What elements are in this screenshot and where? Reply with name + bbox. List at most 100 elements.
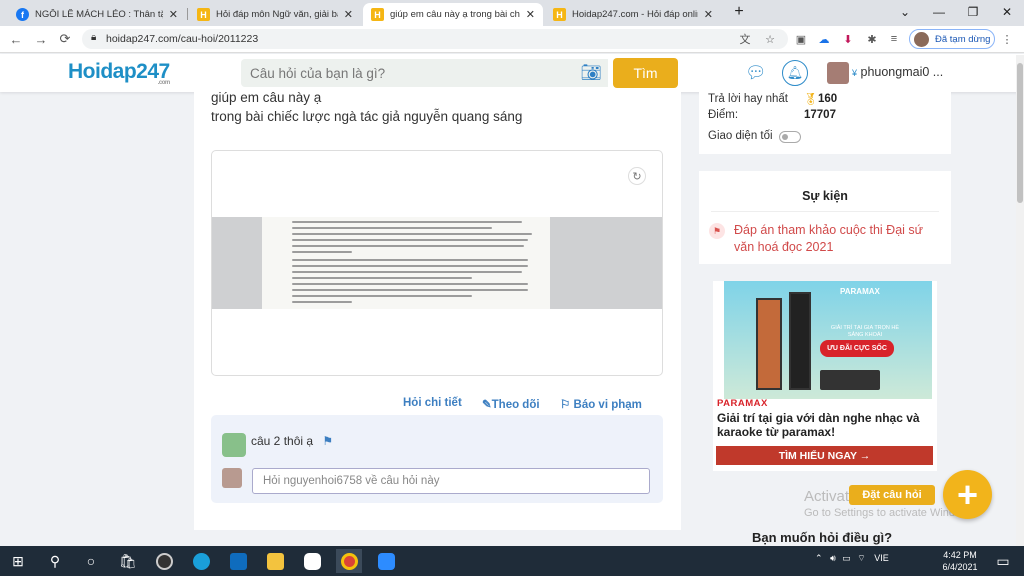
question-text-line1: giúp em câu này ạ <box>211 90 322 105</box>
browser-tab[interactable]: f NGỒI LÊ MÁCH LẺO : Thân tặng ✕ <box>8 3 186 26</box>
tab-search-icon[interactable]: ⌄ <box>888 2 922 22</box>
clock[interactable]: 4:42 PM 6/4/2021 <box>938 549 982 573</box>
extensions-puzzle-icon[interactable]: ✱ <box>864 31 880 47</box>
chrome-icon[interactable] <box>336 549 362 573</box>
new-tab-button[interactable]: + <box>726 2 752 22</box>
browser-tab[interactable]: H Hỏi đáp môn Ngữ văn, giải bài tậ ✕ <box>189 3 361 26</box>
hoidap-icon: H <box>197 8 210 21</box>
reload-icon[interactable]: ⟳ <box>55 29 75 49</box>
window-close-icon[interactable]: ✕ <box>990 2 1024 22</box>
store-icon[interactable]: 🛍︎ <box>115 549 141 573</box>
ad-image-brand: PARAMAX <box>840 287 880 296</box>
user-avatar[interactable] <box>827 62 849 84</box>
zalo-icon[interactable] <box>299 549 325 573</box>
hoidap-icon: H <box>553 8 566 21</box>
user-menu[interactable]: ¥ phuongmai0 ... <box>852 65 943 79</box>
report-link[interactable]: ⚐ Báo vi phạm <box>560 397 642 411</box>
cortana-icon[interactable]: ○ <box>78 549 104 573</box>
speaker-image <box>789 292 811 390</box>
logo-sub: .com <box>157 80 171 86</box>
hoidap-icon: H <box>371 8 384 21</box>
tab-title: NGỒI LÊ MÁCH LẺO : Thân tặng <box>35 9 163 20</box>
ask-question-label[interactable]: Đặt câu hỏi <box>849 485 935 505</box>
camera-icon[interactable]: 📷︎ <box>580 63 602 83</box>
close-icon[interactable]: ✕ <box>169 8 178 21</box>
ad-cta-button[interactable]: TÌM HIỂU NGAY → <box>716 446 933 465</box>
forward-icon[interactable]: → <box>31 29 51 49</box>
windows-start-icon[interactable]: ⊞ <box>5 549 31 573</box>
tab-title: Hoidap247.com - Hỏi đáp online <box>572 9 698 20</box>
zoom-icon[interactable] <box>373 549 399 573</box>
flag-icon: ⚑ <box>709 223 725 239</box>
notification-center-icon[interactable]: ▭ <box>990 549 1016 573</box>
profile-button[interactable]: Đã tạm dừng <box>909 29 995 49</box>
notification-bell-icon[interactable]: 🔔︎ <box>782 60 808 86</box>
document-photo <box>262 217 550 309</box>
rotate-icon[interactable]: ↻ <box>628 167 646 185</box>
restore-icon[interactable]: ❐ <box>956 2 990 22</box>
language-indicator[interactable]: VIE <box>874 553 889 563</box>
divider <box>711 211 939 212</box>
media-icon[interactable]: ≡ <box>886 31 902 47</box>
address-bar[interactable]: 🔒︎ hoidap247.com/cau-hoi/2011223 <box>82 29 788 49</box>
obs-icon[interactable] <box>151 549 177 573</box>
url-text: hoidap247.com/cau-hoi/2011223 <box>106 33 259 45</box>
comment-input[interactable]: Hỏi nguyenhoi6758 về câu hỏi này <box>252 468 650 494</box>
menu-kebab-icon[interactable]: ⋮ <box>999 31 1015 47</box>
translate-icon[interactable]: ⽂ <box>737 31 753 47</box>
bookmark-star-icon[interactable]: ☆ <box>762 31 778 47</box>
username: phuongmai0 ... <box>860 65 944 79</box>
question-image[interactable]: ↻ <box>211 150 663 376</box>
browser-tab-active[interactable]: H giúp em câu này ạ trong bài chiế ✕ <box>363 3 543 26</box>
volume-icon[interactable]: 🔊︎ <box>830 553 836 563</box>
download-extension-icon[interactable]: ⬇ <box>840 31 856 47</box>
chat-icon[interactable]: 💬︎ <box>745 63 767 83</box>
back-icon[interactable]: ← <box>6 29 26 49</box>
dark-mode-label: Giao diện tối <box>708 130 773 142</box>
dark-mode-toggle[interactable] <box>779 131 801 143</box>
extension-icon[interactable]: ▣ <box>793 31 809 47</box>
tab-title: Hỏi đáp môn Ngữ văn, giải bài tậ <box>216 9 338 20</box>
comment: câu 2 thôi ạ ⚑ <box>251 434 333 448</box>
file-explorer-icon[interactable] <box>262 549 288 573</box>
ad-image-slogan: GIẢI TRÍ TẠI GIA TRỌN HÈ SẢNG KHOÁI <box>830 325 900 338</box>
flag-icon[interactable]: ⚑ <box>322 434 333 448</box>
ad-badge: ƯU ĐÃI CỰC SỐC <box>820 340 894 357</box>
search-input[interactable]: Câu hỏi của bạn là gì? 📷︎ <box>241 59 608 87</box>
ask-prompt-heading: Bạn muốn hỏi điều gì? <box>752 530 893 545</box>
system-tray[interactable]: ⌃ 🔊︎ ▭ ⌔ VIE <box>815 553 889 564</box>
chevron-up-icon[interactable]: ⌃ <box>815 553 823 563</box>
close-icon[interactable]: ✕ <box>704 8 713 21</box>
minimize-icon[interactable]: — <box>922 2 956 22</box>
question-text-line2: trong bài chiếc lược ngà tác giả nguyễn … <box>211 109 523 124</box>
speaker-image <box>756 298 782 390</box>
mail-icon[interactable] <box>225 549 251 573</box>
chevron-down-icon: ¥ <box>852 68 858 78</box>
lock-icon: 🔒︎ <box>91 32 97 43</box>
add-question-button[interactable]: + <box>943 470 992 519</box>
event-link[interactable]: Đáp án tham khảo cuộc thi Đại sứ văn hoá… <box>734 222 939 256</box>
scrollbar-thumb[interactable] <box>1017 63 1023 203</box>
cloud-extension-icon[interactable]: ☁ <box>816 31 832 47</box>
close-icon[interactable]: ✕ <box>344 8 353 21</box>
scrollbar[interactable] <box>1016 55 1024 546</box>
best-answers-label: Trả lời hay nhất <box>708 93 788 105</box>
avatar <box>914 31 929 47</box>
edge-icon[interactable] <box>188 549 214 573</box>
site-logo[interactable]: Hoidap247 .com <box>68 60 171 86</box>
search-button[interactable]: Tìm <box>613 58 678 88</box>
follow-link[interactable]: ✎Theo dõi <box>482 397 540 411</box>
tab-divider <box>187 8 188 20</box>
close-icon[interactable]: ✕ <box>526 8 535 21</box>
points-label: Điểm: <box>708 109 739 121</box>
facebook-icon: f <box>16 8 29 21</box>
clock-time: 4:42 PM <box>943 550 977 560</box>
comment-placeholder: Hỏi nguyenhoi6758 về câu hỏi này <box>263 475 440 487</box>
plus-icon: + <box>956 473 979 515</box>
search-icon[interactable]: ⚲ <box>42 549 68 573</box>
browser-tab[interactable]: H Hoidap247.com - Hỏi đáp online ✕ <box>545 3 721 26</box>
wifi-icon[interactable]: ⌔ <box>857 553 865 563</box>
events-title: Sự kiện <box>802 189 848 203</box>
ask-detail-link[interactable]: Hỏi chi tiết <box>403 397 462 409</box>
battery-icon[interactable]: ▭ <box>842 553 851 563</box>
